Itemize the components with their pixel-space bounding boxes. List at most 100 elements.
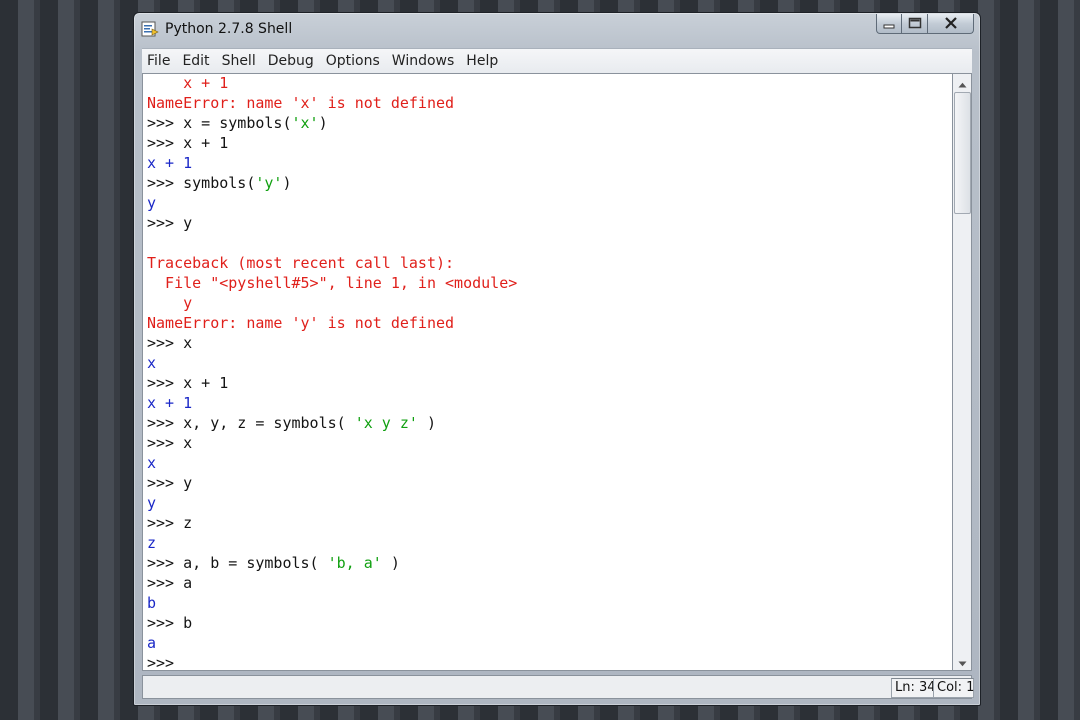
status-column-number: Col: 1: [933, 678, 974, 698]
shell-line-segment: >>>: [147, 614, 184, 632]
shell-line-segment: >>>: [147, 174, 184, 192]
menu-help[interactable]: Help: [460, 49, 504, 73]
shell-line-segment: >>>: [147, 374, 184, 392]
shell-line-segment: x + 1: [183, 134, 229, 152]
shell-line: NameError: name 'x' is not defined: [147, 93, 517, 113]
shell-line-segment: y: [147, 494, 157, 512]
shell-line: >>> a: [147, 573, 517, 593]
shell-line-segment: x = symbols(: [183, 114, 292, 132]
shell-line-segment: >>>: [147, 134, 184, 152]
shell-line-segment: y: [147, 294, 193, 312]
menu-windows[interactable]: Windows: [386, 49, 461, 73]
scroll-down-button[interactable]: [953, 653, 971, 670]
shell-line-segment: >>>: [147, 574, 184, 592]
shell-line-segment: 'x y z': [354, 414, 418, 432]
shell-line-segment: >>>: [147, 554, 184, 572]
status-bar: Ln: 34 Col: 1: [142, 675, 974, 699]
shell-line-segment: x + 1: [183, 374, 229, 392]
shell-line: >>> x = symbols('x'): [147, 113, 517, 133]
shell-line: >>> z: [147, 513, 517, 533]
menu-debug[interactable]: Debug: [262, 49, 320, 73]
shell-line-segment: NameError: name 'x' is not defined: [147, 94, 455, 112]
shell-line-segment: b: [183, 614, 193, 632]
python-idle-icon[interactable]: [141, 20, 159, 38]
shell-line: >>> x: [147, 433, 517, 453]
shell-line: b: [147, 593, 517, 613]
shell-line: File "<pyshell#5>", line 1, in <module>: [147, 273, 517, 293]
shell-line-segment: x + 1: [147, 74, 229, 92]
shell-line: >>> symbols('y'): [147, 173, 517, 193]
shell-line-segment: ): [282, 174, 292, 192]
shell-line: >>> y: [147, 473, 517, 493]
menu-options[interactable]: Options: [320, 49, 386, 73]
shell-line: >>> x + 1: [147, 133, 517, 153]
shell-line-segment: y: [183, 474, 193, 492]
shell-line: >>> x, y, z = symbols( 'x y z' ): [147, 413, 517, 433]
shell-line-segment: x, y, z = symbols(: [183, 414, 355, 432]
shell-line-segment: x + 1: [147, 154, 193, 172]
title-bar[interactable]: Python 2.7.8 Shell: [134, 13, 980, 47]
window-controls: [876, 14, 974, 34]
shell-line: x + 1: [147, 153, 517, 173]
arrow-up-icon: [958, 73, 967, 92]
minimize-icon: [883, 14, 895, 33]
menu-shell[interactable]: Shell: [216, 49, 262, 73]
shell-line: a: [147, 633, 517, 653]
shell-line: NameError: name 'y' is not defined: [147, 313, 517, 333]
shell-line-segment: z: [183, 514, 193, 532]
shell-line-segment: ): [417, 414, 436, 432]
shell-line-segment: 'y': [255, 174, 283, 192]
shell-line-segment: x + 1: [147, 394, 193, 412]
close-button[interactable]: [928, 14, 974, 34]
shell-line: x: [147, 353, 517, 373]
shell-line: x + 1: [147, 393, 517, 413]
shell-line: >>> b: [147, 613, 517, 633]
shell-line-segment: File "<pyshell#5>", line 1, in <module>: [147, 274, 518, 292]
shell-line-segment: x: [183, 434, 193, 452]
shell-text-area[interactable]: x + 1 NameError: name 'x' is not defined >…: [142, 73, 953, 671]
shell-line-segment: >>>: [147, 474, 184, 492]
shell-line-segment: z: [147, 534, 157, 552]
shell-line-segment: NameError: name 'y' is not defined: [147, 314, 455, 332]
shell-line: y: [147, 493, 517, 513]
shell-line-segment: >>>: [147, 514, 184, 532]
vertical-scrollbar[interactable]: [953, 73, 972, 671]
menu-edit[interactable]: Edit: [176, 49, 215, 73]
shell-line: >>>: [147, 653, 517, 671]
shell-line: >>> x: [147, 333, 517, 353]
shell-line: x: [147, 453, 517, 473]
shell-line: z: [147, 533, 517, 553]
window-title: Python 2.7.8 Shell: [165, 21, 293, 37]
arrow-down-icon: [958, 652, 967, 671]
shell-line-segment: b: [147, 594, 157, 612]
shell-line-segment: >>>: [147, 214, 184, 232]
shell-line-segment: >>>: [147, 414, 184, 432]
menu-file[interactable]: File: [142, 49, 176, 73]
shell-line-segment: x: [183, 334, 193, 352]
shell-line-segment: y: [183, 214, 193, 232]
minimize-button[interactable]: [876, 14, 902, 34]
shell-line-segment: >>>: [147, 654, 184, 671]
shell-line-segment: Traceback (most recent call last):: [147, 254, 455, 272]
shell-line: y: [147, 193, 517, 213]
shell-line-segment: y: [147, 194, 157, 212]
shell-line: x + 1: [147, 74, 517, 93]
maximize-button[interactable]: [902, 14, 928, 34]
shell-line-segment: x: [147, 354, 157, 372]
shell-line-segment: a, b = symbols(: [183, 554, 328, 572]
close-icon: [944, 14, 958, 33]
shell-line-segment: symbols(: [183, 174, 256, 192]
shell-line: y: [147, 293, 517, 313]
shell-line-segment: x: [147, 454, 157, 472]
shell-line-segment: 'x': [291, 114, 319, 132]
shell-line: Traceback (most recent call last):: [147, 253, 517, 273]
scrollbar-thumb[interactable]: [954, 92, 971, 214]
shell-line-segment: 'b, a': [327, 554, 382, 572]
menu-bar: File Edit Shell Debug Options Windows He…: [142, 48, 972, 73]
shell-line-segment: a: [183, 574, 193, 592]
scroll-up-button[interactable]: [953, 74, 971, 91]
shell-line-segment: ): [318, 114, 328, 132]
shell-line-segment: >>>: [147, 434, 184, 452]
shell-line: >>> a, b = symbols( 'b, a' ): [147, 553, 517, 573]
